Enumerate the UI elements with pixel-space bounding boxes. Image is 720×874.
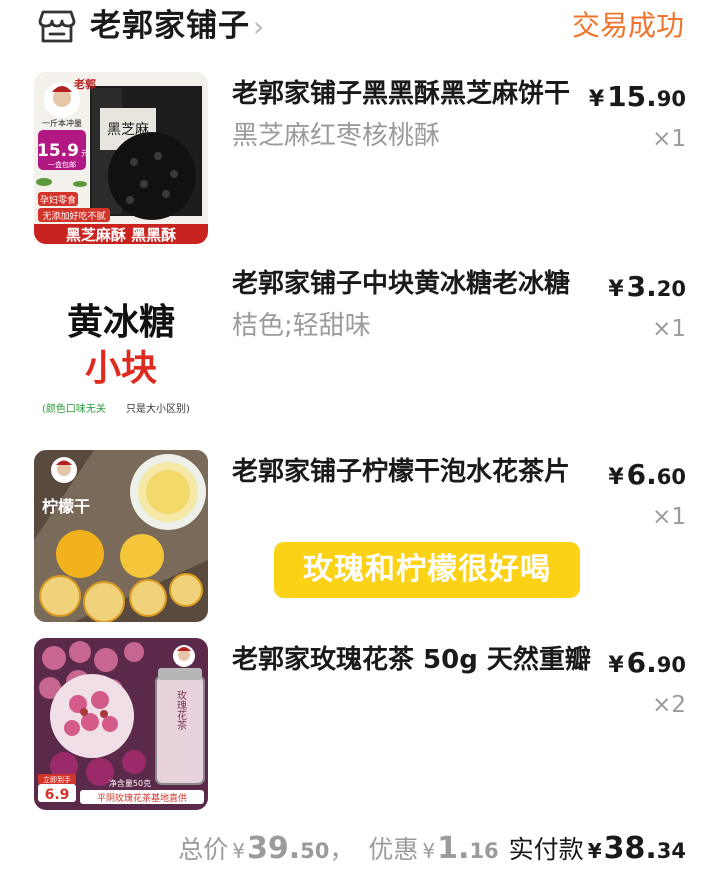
product-thumbnail[interactable]: 柠檬干 (34, 450, 208, 622)
product-quantity: ×2 (652, 692, 686, 718)
product-quantity: ×1 (652, 316, 686, 342)
thumb-banner: 黑芝麻酥 黑黑酥 (66, 226, 176, 244)
order-item[interactable]: 黑芝麻 老郭 一斤本冲量 15.9 元 一盒包邮 孕妇零食 无添加好吃不腻 黑芝… (0, 72, 720, 247)
paid-amount: 38. (603, 831, 657, 866)
product-title[interactable]: 老郭家铺子柠檬干泡水花茶片 (232, 454, 592, 490)
paid-label: 实付款 (508, 835, 584, 864)
product-price: ¥15.90 (588, 80, 686, 113)
summary-line: 总价 ¥39.50， 优惠 ¥1.16 实付款 ¥38.34 (178, 831, 686, 866)
product-quantity: ×1 (652, 126, 686, 152)
svg-text:老郭: 老郭 (73, 77, 96, 91)
thumb-badge-unit: 元 (81, 149, 89, 158)
order-status: 交易成功 (571, 9, 684, 42)
product-sku: 桔色;轻甜味 (232, 311, 371, 341)
thumb-tag2: 无添加好吃不腻 (42, 210, 105, 222)
thumb-line1: 黄冰糖 (67, 302, 175, 343)
total-label: 总价 (178, 835, 229, 864)
product-title[interactable]: 老郭家铺子中块黄冰糖老冰糖 (232, 266, 592, 302)
thumb-line2: 小块 (85, 348, 157, 389)
order-header: 老郭家铺子 › 交易成功 (0, 0, 720, 56)
net-weight: 净含量50克 (109, 778, 151, 788)
thumb-tag1: 孕妇零食 (40, 194, 76, 206)
product-price: ¥6.60 (608, 458, 686, 491)
order-summary: 总价 ¥39.50， 优惠 ¥1.16 实付款 ¥38.34 (0, 828, 720, 870)
thumb-note-gray: 只是大小区别) (126, 402, 190, 415)
product-thumbnail[interactable]: 玫瑰花茶 立即到手 6.9 净含量50克 平阴玫瑰花茶基地直供 (34, 638, 208, 810)
thumb-badge: 15.9 (37, 141, 79, 161)
thumb-badge-sub: 一盒包邮 (48, 160, 76, 169)
product-price: ¥3.20 (608, 270, 686, 303)
order-item[interactable]: 柠檬干 老郭家铺子柠檬干泡水花茶片 ¥6.60 ×1 (0, 450, 720, 625)
review-pill[interactable]: 玫瑰和柠檬很好喝 (274, 542, 580, 598)
shop-name-link[interactable]: 老郭家铺子 (90, 6, 250, 46)
discount-label: 优惠 (368, 835, 419, 864)
product-thumbnail[interactable]: 黑芝麻 老郭 一斤本冲量 15.9 元 一盒包邮 孕妇零食 无添加好吃不腻 黑芝… (34, 72, 208, 244)
product-sku: 黑芝麻红枣核桃酥 (232, 121, 441, 151)
product-quantity: ×1 (652, 504, 686, 530)
product-price: ¥6.90 (608, 646, 686, 679)
thumb-note-red: (颜色口味无关 (42, 402, 106, 415)
jar-label: 玫瑰花茶 (175, 689, 187, 730)
price-tag-top: 立即到手 (43, 775, 71, 784)
thumb-label: 柠檬干 (42, 497, 90, 516)
price-tag: 6.9 (45, 787, 70, 803)
thumb-bottom-text: 平阴玫瑰花茶基地直供 (97, 792, 187, 804)
product-thumbnail[interactable]: 黄冰糖 小块 (颜色口味无关 只是大小区别) (34, 262, 208, 434)
discount-amount: 1. (437, 831, 470, 866)
total-amount: 39. (247, 831, 301, 866)
thumb-top-text: 一斤本冲量 (42, 118, 82, 128)
product-title[interactable]: 老郭家玫瑰花茶 50g 天然重瓣 (232, 642, 592, 678)
order-item[interactable]: 黄冰糖 小块 (颜色口味无关 只是大小区别) 老郭家铺子中块黄冰糖老冰糖 桔色;… (0, 262, 720, 437)
shop-icon (38, 10, 76, 43)
order-item[interactable]: 玫瑰花茶 立即到手 6.9 净含量50克 平阴玫瑰花茶基地直供 老郭家玫瑰花茶 … (0, 638, 720, 813)
chevron-right-icon[interactable]: › (253, 10, 264, 44)
product-title[interactable]: 老郭家铺子黑黑酥黑芝麻饼干 (232, 76, 592, 112)
